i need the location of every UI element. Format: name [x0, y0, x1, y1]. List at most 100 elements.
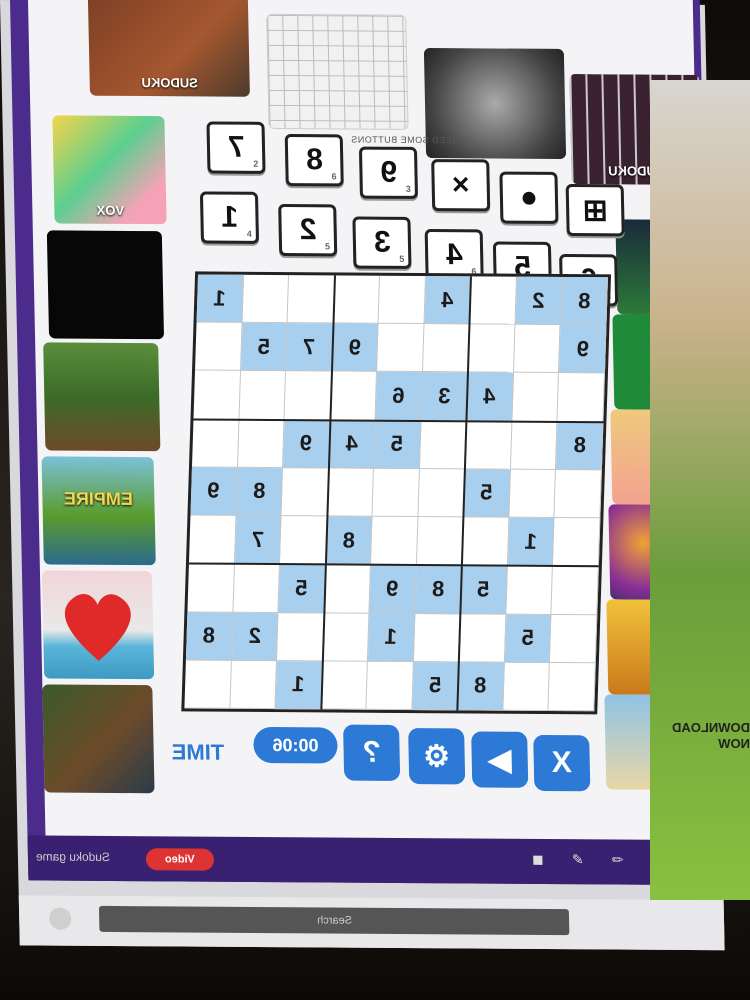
sudoku-cell-r5c1[interactable]: 9	[190, 467, 238, 516]
sudoku-cell-r3c2[interactable]	[239, 371, 287, 420]
sudoku-cell-r3c6[interactable]: 3	[421, 372, 469, 422]
top-thumbnail-sudoku-1[interactable]: SUDOKU	[87, 0, 250, 97]
sudoku-cell-r6c7[interactable]	[462, 517, 510, 566]
sudoku-cell-r6c9[interactable]	[553, 518, 601, 567]
sudoku-cell-r5c7[interactable]: 5	[463, 469, 511, 518]
sudoku-cell-r4c2[interactable]	[237, 419, 285, 468]
sudoku-cell-r1c9[interactable]: 8	[560, 276, 608, 326]
sudoku-cell-r7c5[interactable]: 9	[369, 565, 417, 614]
sudoku-cell-r5c8[interactable]	[509, 469, 557, 519]
number-button-1[interactable]: 1 4	[199, 191, 260, 244]
sudoku-cell-r8c8[interactable]: 5	[504, 614, 552, 663]
left-thumbnail-adventure[interactable]	[42, 684, 155, 794]
sudoku-cell-r8c6[interactable]	[413, 613, 461, 663]
sudoku-cell-r8c4[interactable]	[322, 612, 370, 662]
sudoku-cell-r1c8[interactable]: 2	[515, 276, 563, 326]
number-button-3[interactable]: 3 5	[352, 216, 412, 269]
sudoku-cell-r7c6[interactable]: 8	[415, 565, 463, 614]
sudoku-cell-r2c9[interactable]: 9	[559, 325, 607, 374]
settings-button[interactable]: ⚙	[408, 728, 466, 785]
side-advertisement[interactable]	[650, 80, 750, 900]
hint-button[interactable]: ?	[343, 724, 401, 781]
sudoku-cell-r7c2[interactable]	[232, 564, 281, 613]
sudoku-cell-r1c3[interactable]	[287, 275, 335, 324]
sudoku-cell-r6c1[interactable]	[188, 515, 237, 565]
left-thumbnail-heart[interactable]	[41, 570, 155, 680]
sudoku-cell-r3c8[interactable]	[512, 373, 560, 422]
sudoku-cell-r2c8[interactable]	[513, 324, 561, 374]
sudoku-cell-r6c8[interactable]: 1	[507, 517, 555, 567]
sudoku-cell-r2c1[interactable]	[195, 322, 243, 372]
left-thumbnail-empire[interactable]: EMPIRE	[41, 456, 156, 566]
sudoku-cell-r7c7[interactable]: 5	[460, 565, 508, 615]
sudoku-cell-r6c3[interactable]	[280, 516, 328, 565]
search-bar[interactable]: Search	[98, 905, 570, 936]
sudoku-cell-r4c6[interactable]	[419, 420, 467, 470]
fullscreen-icon[interactable]: ◼	[528, 851, 548, 871]
sudoku-cell-r2c6[interactable]	[422, 324, 470, 373]
sudoku-cell-r7c8[interactable]	[506, 565, 554, 615]
sudoku-cell-r4c9[interactable]: 8	[556, 421, 604, 471]
sudoku-cell-r8c1[interactable]: 8	[185, 611, 233, 661]
sudoku-cell-r5c2[interactable]: 8	[236, 467, 284, 517]
sudoku-cell-r5c4[interactable]	[327, 468, 375, 517]
sudoku-cell-r2c5[interactable]	[377, 323, 425, 373]
sudoku-cell-r1c6[interactable]: 4	[424, 276, 472, 325]
sudoku-cell-r9c7[interactable]: 8	[457, 662, 505, 711]
sudoku-cell-r8c7[interactable]	[459, 613, 507, 663]
sudoku-cell-r5c3[interactable]	[281, 467, 329, 517]
sudoku-cell-r9c1[interactable]	[184, 660, 232, 709]
left-thumbnail-minecraft[interactable]	[43, 342, 161, 452]
sudoku-cell-r8c3[interactable]	[277, 612, 325, 662]
sudoku-cell-r7c4[interactable]	[324, 564, 372, 614]
sudoku-cell-r2c3[interactable]: 7	[286, 323, 334, 372]
edit-icon[interactable]: ✎	[568, 851, 588, 871]
sudoku-cell-r7c1[interactable]	[187, 563, 235, 613]
left-thumbnail-neon[interactable]	[46, 230, 165, 340]
sudoku-cell-r1c2[interactable]	[242, 274, 290, 324]
sudoku-cell-r3c9[interactable]	[557, 373, 605, 422]
left-thumbnail-voxel[interactable]: VOX	[52, 115, 167, 225]
sudoku-cell-r1c1[interactable]: 1	[196, 274, 244, 323]
sudoku-cell-r3c5[interactable]: 6	[375, 372, 423, 421]
sudoku-cell-r1c4[interactable]	[333, 275, 381, 324]
pencil-icon[interactable]: ✏	[608, 851, 628, 871]
top-thumbnail-sudoku-grid[interactable]	[266, 13, 409, 130]
sudoku-cell-r4c7[interactable]	[465, 421, 513, 470]
number-button-9[interactable]: 9 3	[358, 146, 419, 199]
sudoku-cell-r2c4[interactable]: 9	[331, 323, 379, 373]
sudoku-cell-r5c6[interactable]	[418, 468, 466, 518]
sudoku-cell-r6c5[interactable]	[371, 516, 419, 566]
sudoku-cell-r3c1[interactable]	[193, 370, 241, 420]
number-button-8[interactable]: 8 6	[284, 134, 344, 187]
sudoku-cell-r9c9[interactable]	[548, 662, 596, 712]
sudoku-cell-r9c3[interactable]: 1	[275, 660, 323, 710]
sudoku-cell-r3c4[interactable]	[330, 371, 378, 421]
start-button[interactable]	[48, 907, 72, 930]
sudoku-cell-r2c2[interactable]: 5	[240, 322, 288, 372]
sudoku-cell-r3c3[interactable]	[284, 371, 332, 421]
erase-button[interactable]: ×	[431, 159, 491, 212]
sudoku-cell-r6c4[interactable]: 8	[325, 516, 373, 566]
sudoku-cell-r6c6[interactable]	[416, 517, 464, 566]
sudoku-cell-r1c7[interactable]	[469, 276, 517, 325]
sudoku-cell-r7c9[interactable]	[551, 566, 599, 615]
sudoku-cell-r4c4[interactable]: 4	[328, 420, 376, 469]
number-button-2[interactable]: 2 5	[278, 203, 338, 257]
close-button[interactable]: X	[533, 734, 591, 792]
sound-button[interactable]: ◀	[471, 731, 529, 788]
sudoku-cell-r9c5[interactable]	[366, 661, 414, 711]
sudoku-cell-r9c2[interactable]	[229, 660, 277, 710]
number-button-7[interactable]: 7 2	[206, 121, 266, 174]
sudoku-cell-r1c5[interactable]	[378, 275, 426, 325]
sudoku-cell-r5c9[interactable]	[554, 469, 602, 519]
notes-grid-button[interactable]: ⊞	[565, 183, 625, 237]
pencil-mode-button[interactable]: ●	[499, 171, 559, 224]
sudoku-cell-r8c5[interactable]: 1	[368, 613, 416, 662]
sudoku-cell-r4c3[interactable]: 9	[283, 419, 331, 469]
sudoku-cell-r8c2[interactable]: 2	[231, 612, 279, 661]
sudoku-cell-r9c6[interactable]: 5	[412, 661, 460, 711]
sudoku-cell-r4c8[interactable]	[510, 421, 558, 470]
sudoku-cell-r5c5[interactable]	[372, 468, 420, 518]
sudoku-cell-r4c5[interactable]: 5	[374, 420, 422, 469]
